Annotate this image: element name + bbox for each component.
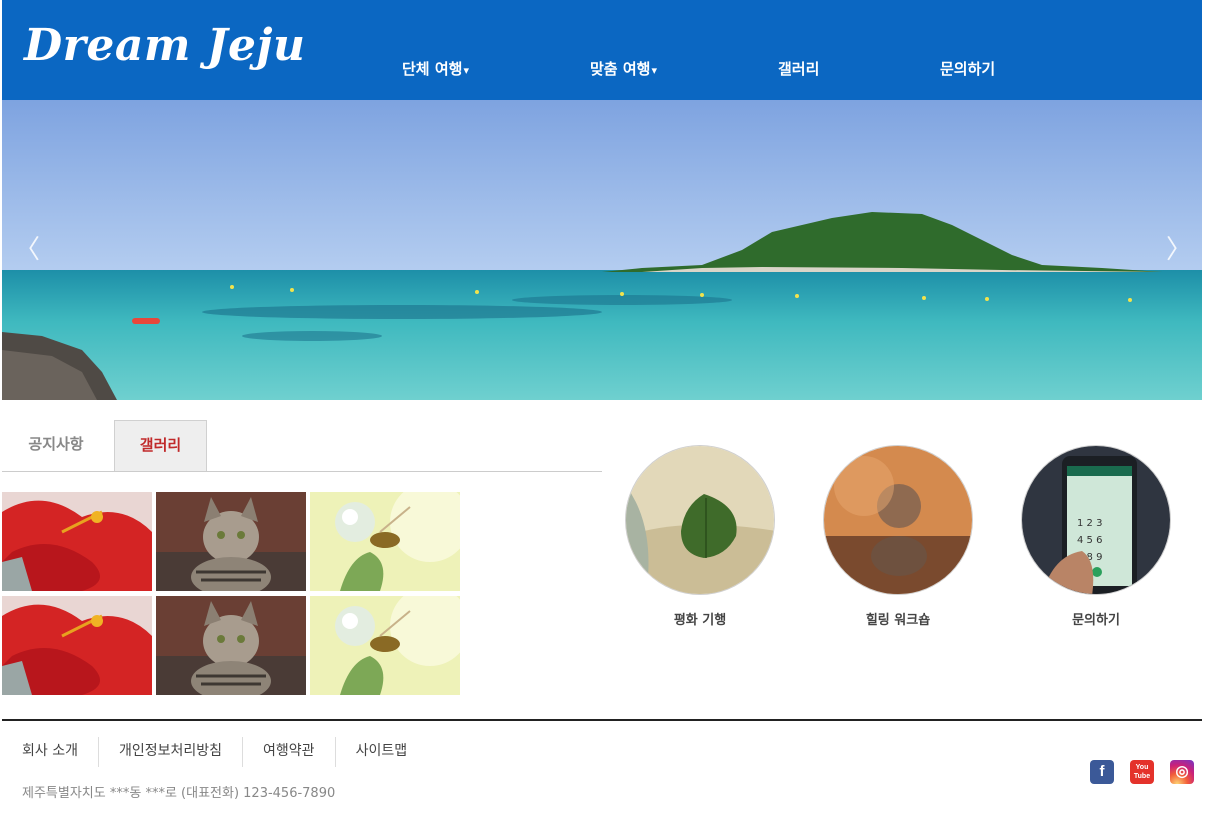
- footer-address: 제주특별자치도 ***동 ***로 (대표전화) 123-456-7890: [22, 786, 336, 801]
- nav-group-tour-label: 단체 여행: [402, 60, 463, 78]
- thumbnail-hibiscus[interactable]: [2, 492, 152, 591]
- footer-links: 회사 소개 개인정보처리방침 여행약관 사이트맵: [2, 737, 427, 767]
- facebook-glyph: f: [1099, 763, 1105, 780]
- youtube-icon[interactable]: You Tube: [1130, 760, 1154, 784]
- facebook-icon[interactable]: f: [1090, 760, 1114, 784]
- feature-label: 힐링 워크숍: [865, 613, 931, 628]
- footer-link-sitemap[interactable]: 사이트맵: [336, 737, 428, 767]
- svg-text:1 2 3: 1 2 3: [1077, 518, 1102, 529]
- footer-link-company[interactable]: 회사 소개: [2, 737, 99, 767]
- youtube-glyph: You Tube: [1133, 764, 1151, 780]
- gallery-thumbnails: [2, 492, 462, 696]
- nav-custom-tour[interactable]: 맞춤 여행▾: [590, 58, 657, 79]
- feature-label: 평화 기행: [673, 613, 727, 628]
- chevron-down-icon: ▾: [463, 64, 469, 77]
- footer-link-terms[interactable]: 여행약관: [243, 737, 336, 767]
- feature-image-stones: [823, 445, 973, 595]
- slider-next-arrow[interactable]: 〉: [1166, 230, 1192, 270]
- feature-image-phone: 1 2 3 4 5 6 7 8 9: [1021, 445, 1171, 595]
- slider-prev-arrow[interactable]: 〈: [14, 230, 40, 270]
- nav-group-tour[interactable]: 단체 여행▾: [402, 58, 469, 79]
- feature-peace-tour[interactable]: 평화 기행: [624, 445, 776, 628]
- thumbnail-kitten[interactable]: [156, 596, 306, 695]
- feature-contact[interactable]: 1 2 3 4 5 6 7 8 9 문의하기: [1020, 445, 1172, 628]
- site-logo[interactable]: Dream Jeju: [24, 20, 305, 71]
- board-tabs: 공지사항 갤러리: [2, 420, 602, 472]
- footer-link-privacy[interactable]: 개인정보처리방침: [99, 737, 244, 767]
- tab-gallery[interactable]: 갤러리: [114, 420, 207, 471]
- footer-divider: [2, 719, 1202, 721]
- nav-gallery-label: 갤러리: [778, 60, 820, 78]
- hero-image-jeju-beach: [2, 100, 1202, 400]
- nav-custom-tour-label: 맞춤 여행: [590, 60, 651, 78]
- site-header: Dream Jeju 단체 여행▾ 맞춤 여행▾ 갤러리 문의하기: [2, 0, 1202, 100]
- thumbnail-bee[interactable]: [310, 596, 460, 695]
- feature-image-leaf: [625, 445, 775, 595]
- chevron-down-icon: ▾: [651, 64, 657, 77]
- thumbnail-kitten[interactable]: [156, 492, 306, 591]
- nav-contact[interactable]: 문의하기: [940, 58, 995, 79]
- tab-notice[interactable]: 공지사항: [2, 420, 110, 471]
- nav-contact-label: 문의하기: [940, 60, 996, 78]
- feature-label: 문의하기: [1072, 613, 1120, 628]
- instagram-icon[interactable]: ◎: [1170, 760, 1194, 784]
- nav-gallery[interactable]: 갤러리: [778, 58, 819, 79]
- thumbnail-bee[interactable]: [310, 492, 460, 591]
- svg-text:4 5 6: 4 5 6: [1077, 535, 1102, 546]
- feature-healing-workshop[interactable]: 힐링 워크숍: [822, 445, 974, 628]
- hero-banner: 〈 〉: [2, 100, 1202, 400]
- thumbnail-hibiscus[interactable]: [2, 596, 152, 695]
- instagram-glyph: ◎: [1175, 763, 1189, 780]
